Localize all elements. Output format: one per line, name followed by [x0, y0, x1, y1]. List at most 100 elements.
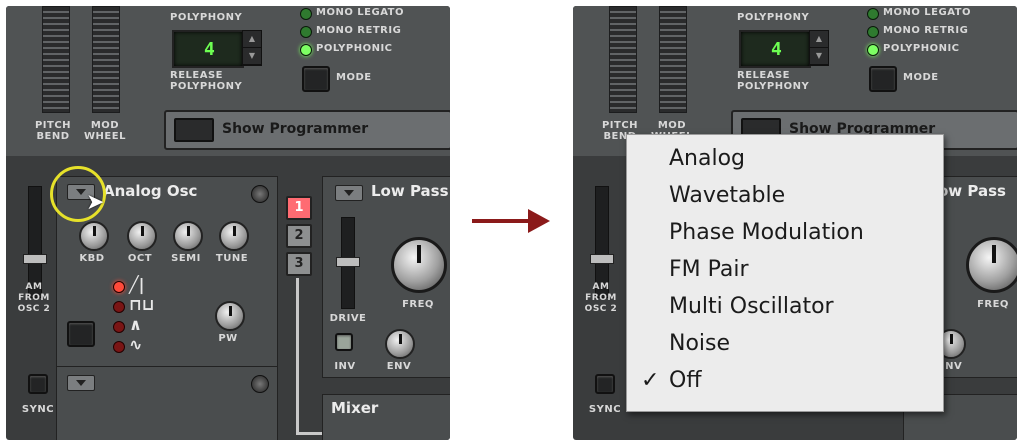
mixer-title: Mixer [331, 399, 379, 417]
filter-panel: Low Pass DRIVE FREQ INV ENV [322, 176, 450, 378]
pitch-bend-wheel[interactable] [42, 6, 70, 113]
mode-button[interactable] [302, 66, 330, 92]
drive-slider-handle[interactable] [336, 257, 360, 267]
polyphony-value: 4 [771, 39, 782, 60]
menu-item-wavetable[interactable]: Wavetable [627, 178, 943, 214]
menu-item-off[interactable]: ✓ Off [627, 363, 943, 399]
mode-led-polyphonic [300, 44, 312, 56]
osc-type-menu: Analog Wavetable Phase Modulation FM Pai… [626, 134, 944, 412]
pitch-bend-wheel[interactable] [609, 6, 637, 113]
mode-button[interactable] [869, 66, 897, 92]
osc-enable-button[interactable] [67, 321, 95, 347]
filter-select-1[interactable]: 1 [286, 196, 312, 220]
menu-item-phase-modulation[interactable]: Phase Modulation [627, 215, 943, 251]
top-controls: PITCH BEND MOD WHEEL POLYPHONY 4 ▲▼ RELE… [6, 6, 450, 156]
inv-label: INV [334, 361, 356, 372]
mode-led-mono-retrig [867, 26, 879, 38]
oct-label: OCT [127, 253, 153, 264]
am-from-osc2-label: AM FROM OSC 2 [584, 282, 618, 314]
semi-knob[interactable] [173, 221, 203, 251]
spin-down-icon[interactable]: ▼ [243, 48, 261, 65]
menu-item-label: Analog [669, 146, 746, 171]
am-slider-handle[interactable] [23, 254, 47, 264]
spin-down-icon[interactable]: ▼ [810, 48, 828, 65]
waveform-led-triangle[interactable] [113, 321, 125, 333]
mixer-panel: Mixer [322, 394, 450, 440]
kbd-knob[interactable] [79, 221, 109, 251]
mode-led-polyphonic [867, 44, 879, 56]
osc-title: Analog Osc [103, 182, 198, 200]
filter-select-3[interactable]: 3 [286, 252, 312, 276]
spin-up-icon[interactable]: ▲ [243, 31, 261, 48]
menu-item-label: Off [669, 368, 702, 393]
mode-label-mono-legato: MONO LEGATO [883, 7, 971, 18]
freq-knob[interactable] [391, 237, 447, 293]
mode-button-label: MODE [903, 72, 939, 83]
polyphony-spinner[interactable]: ▲ ▼ [809, 30, 829, 66]
filter-title: ow Pass [938, 182, 1006, 200]
sawtooth-wave-icon: ╱| [129, 275, 145, 294]
release-polyphony-label: RELEASE POLYPHONY [170, 70, 243, 92]
menu-item-multi-oscillator[interactable]: Multi Oscillator [627, 289, 943, 325]
menu-item-noise[interactable]: Noise [627, 326, 943, 362]
pw-knob[interactable] [215, 301, 245, 331]
show-programmer-bar: Show Programmer [164, 110, 450, 150]
polyphony-label: POLYPHONY [170, 12, 243, 23]
filter-type-dropdown[interactable] [335, 185, 363, 201]
env-label: ENV [386, 361, 412, 372]
waveform-led-square[interactable] [113, 301, 125, 313]
synth-panel-before: PITCH BEND MOD WHEEL POLYPHONY 4 ▲ ▼ RELE… [6, 6, 450, 440]
filter-title: Low Pass [371, 182, 449, 200]
sync-button[interactable] [28, 374, 48, 394]
menu-item-fm-pair[interactable]: FM Pair [627, 252, 943, 288]
menu-item-label: Noise [669, 331, 731, 356]
menu-item-label: Phase Modulation [669, 220, 864, 245]
waveform-led-sine[interactable] [113, 341, 125, 353]
tune-knob[interactable] [219, 221, 249, 251]
sine-wave-icon: ∿ [129, 335, 143, 354]
oscillator2-panel [56, 366, 278, 440]
screw-icon [251, 375, 269, 393]
polyphony-section: POLYPHONY 4 ▲ ▼ RELEASE POLYPHONY MONO LE… [164, 6, 444, 111]
filter-panel: ow Pass FREQ ENV [936, 176, 1017, 378]
menu-item-analog[interactable]: Analog [627, 141, 943, 177]
freq-label: FREQ [402, 299, 434, 310]
mod-wheel[interactable] [659, 6, 687, 113]
mode-label-polyphonic: POLYPHONIC [883, 43, 960, 54]
sync-button[interactable] [595, 374, 615, 394]
kbd-label: KBD [79, 253, 105, 264]
polyphony-display: 4 [739, 30, 811, 68]
mod-wheel-label: MOD WHEEL [84, 120, 126, 142]
mode-label-mono-legato: MONO LEGATO [316, 7, 404, 18]
freq-label: FREQ [977, 299, 1009, 310]
freq-knob[interactable] [966, 237, 1017, 293]
release-polyphony-label: RELEASE POLYPHONY [737, 70, 810, 92]
arrow-head-icon [528, 209, 550, 233]
tune-label: TUNE [215, 253, 249, 264]
env-knob[interactable] [385, 329, 415, 359]
sync-label: SYNC [21, 404, 55, 415]
osc2-type-dropdown[interactable] [67, 375, 95, 391]
polyphony-display: 4 [172, 30, 244, 68]
show-programmer-button[interactable] [174, 118, 214, 142]
menu-item-label: FM Pair [669, 257, 749, 282]
spin-up-icon[interactable]: ▲ [810, 31, 828, 48]
mod-wheel[interactable] [92, 6, 120, 113]
inv-button[interactable] [335, 333, 353, 351]
polyphony-section: POLYPHONY 4 ▲ ▼ RELEASE POLYPHONY MONO LE… [731, 6, 1011, 111]
screw-icon [251, 185, 269, 203]
am-slider-handle[interactable] [590, 254, 614, 264]
mode-button-label: MODE [336, 72, 372, 83]
show-programmer-label: Show Programmer [222, 121, 369, 137]
routing-cable [296, 278, 299, 434]
semi-label: SEMI [171, 253, 201, 264]
polyphony-spinner[interactable]: ▲ ▼ [242, 30, 262, 66]
filter-select-2[interactable]: 2 [286, 224, 312, 248]
drive-label: DRIVE [329, 313, 367, 324]
mode-led-mono-legato [300, 8, 312, 20]
waveform-led-saw[interactable] [113, 281, 125, 293]
mode-led-mono-legato [867, 8, 879, 20]
oct-knob[interactable] [127, 221, 157, 251]
checkmark-icon: ✓ [641, 368, 660, 393]
polyphony-value: 4 [204, 39, 215, 60]
